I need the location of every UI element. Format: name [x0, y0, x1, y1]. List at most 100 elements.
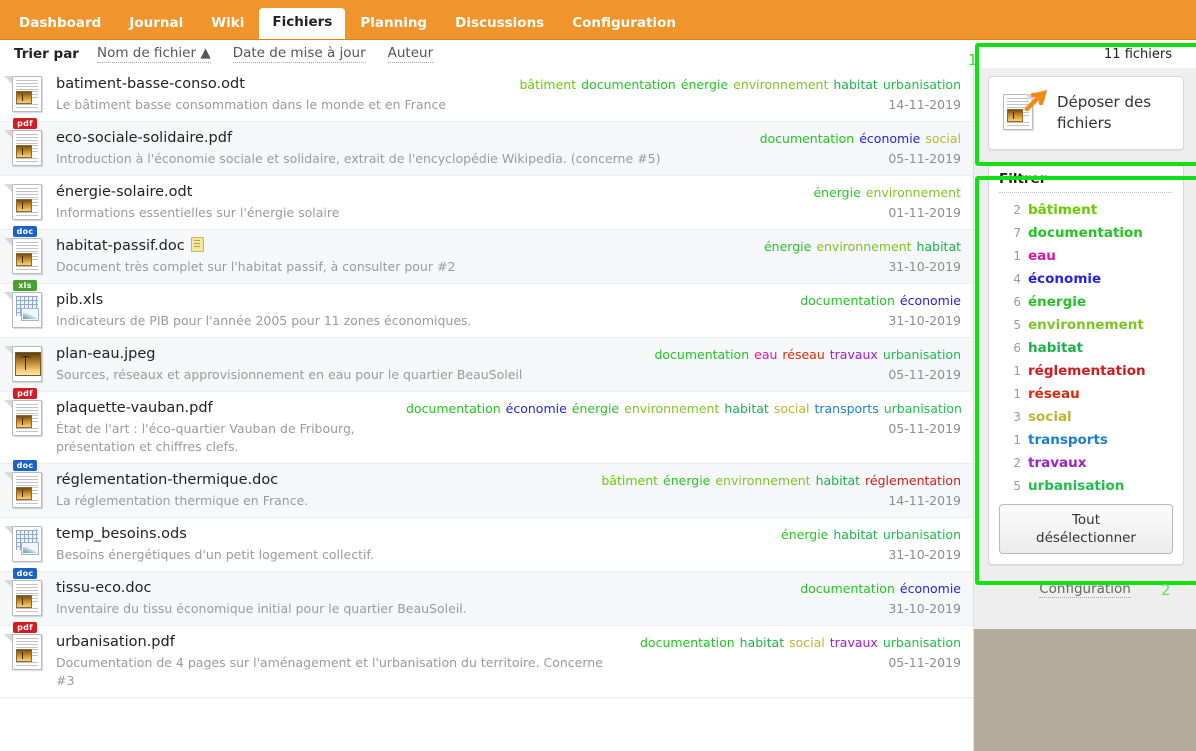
- filter-tag-name[interactable]: eau: [1028, 245, 1056, 268]
- nav-tab-journal[interactable]: Journal: [116, 9, 196, 39]
- filter-tag-row[interactable]: 6 habitat: [999, 337, 1173, 360]
- file-tag[interactable]: eau: [754, 347, 777, 362]
- filter-tag-row[interactable]: 1 eau: [999, 245, 1173, 268]
- file-tag[interactable]: urbanisation: [884, 401, 962, 416]
- file-name-link[interactable]: tissu-eco.doc: [56, 579, 151, 598]
- file-name-link[interactable]: réglementation-thermique.doc: [56, 471, 278, 490]
- sort-link-update-date[interactable]: Date de mise à jour: [232, 45, 366, 63]
- file-tag[interactable]: réglementation: [865, 473, 961, 488]
- file-tag[interactable]: documentation: [800, 581, 895, 596]
- file-row[interactable]: plan-eau.jpeg Sources, réseaux et approvi…: [0, 338, 973, 392]
- file-tag[interactable]: habitat: [917, 239, 961, 254]
- file-tag[interactable]: documentation: [640, 635, 735, 650]
- file-tag[interactable]: environnement: [624, 401, 719, 416]
- file-tag[interactable]: habitat: [833, 77, 877, 92]
- file-tag[interactable]: documentation: [581, 77, 676, 92]
- file-tag[interactable]: documentation: [406, 401, 501, 416]
- file-row[interactable]: temp_besoins.ods Besoins énergétiques d'u…: [0, 518, 973, 572]
- nav-tab-configuration[interactable]: Configuration: [559, 9, 689, 39]
- file-tag[interactable]: documentation: [760, 131, 855, 146]
- filter-tag-row[interactable]: 5 urbanisation: [999, 475, 1173, 498]
- filter-tag-name[interactable]: social: [1028, 406, 1072, 429]
- file-name-link[interactable]: habitat-passif.doc: [56, 237, 185, 256]
- file-tag[interactable]: économie: [506, 401, 567, 416]
- nav-tab-dashboard[interactable]: Dashboard: [6, 9, 114, 39]
- file-tag[interactable]: urbanisation: [883, 77, 961, 92]
- filter-tag-row[interactable]: 2 bâtiment: [999, 199, 1173, 222]
- filter-tag-row[interactable]: 1 transports: [999, 429, 1173, 452]
- file-row[interactable]: pdf plaquette-vauban.pdf État de l'art : l…: [0, 388, 973, 464]
- file-tag[interactable]: énergie: [572, 401, 619, 416]
- file-tag[interactable]: habitat: [833, 527, 877, 542]
- file-tag[interactable]: social: [789, 635, 825, 650]
- file-tag[interactable]: social: [774, 401, 810, 416]
- filter-tag-row[interactable]: 1 réseau: [999, 383, 1173, 406]
- sort-link-author[interactable]: Auteur: [387, 45, 434, 63]
- note-icon[interactable]: [190, 237, 204, 252]
- file-tag[interactable]: habitat: [740, 635, 784, 650]
- filter-tag-name[interactable]: urbanisation: [1028, 475, 1124, 498]
- file-tag[interactable]: bâtiment: [519, 77, 576, 92]
- filter-tag-name[interactable]: habitat: [1028, 337, 1083, 360]
- file-name-link[interactable]: pib.xls: [56, 291, 103, 310]
- filter-tag-name[interactable]: réseau: [1028, 383, 1080, 406]
- filter-tag-name[interactable]: transports: [1028, 429, 1108, 452]
- nav-tab-planning[interactable]: Planning: [347, 9, 440, 39]
- filter-tag-row[interactable]: 2 travaux: [999, 452, 1173, 475]
- filter-tag-name[interactable]: réglementation: [1028, 360, 1146, 383]
- file-name-link[interactable]: plaquette-vauban.pdf: [56, 399, 213, 418]
- nav-tab-discussions[interactable]: Discussions: [442, 9, 557, 39]
- filter-tag-name[interactable]: économie: [1028, 268, 1101, 291]
- file-tag[interactable]: environnement: [816, 239, 911, 254]
- file-tag[interactable]: économie: [900, 581, 961, 596]
- filter-tag-row[interactable]: 1 réglementation: [999, 360, 1173, 383]
- file-row[interactable]: doc tissu-eco.doc Inventaire du tissu écon…: [0, 568, 973, 626]
- file-tag[interactable]: énergie: [663, 473, 710, 488]
- file-tag[interactable]: urbanisation: [883, 635, 961, 650]
- deselect-all-button[interactable]: Tout désélectionner: [999, 504, 1173, 554]
- filter-tag-name[interactable]: documentation: [1028, 222, 1143, 245]
- filter-tag-row[interactable]: 5 environnement: [999, 314, 1173, 337]
- file-row[interactable]: pdf urbanisation.pdf Documentation de 4 pa…: [0, 622, 973, 698]
- filter-tag-name[interactable]: bâtiment: [1028, 199, 1097, 222]
- file-tag[interactable]: urbanisation: [883, 347, 961, 362]
- file-tag[interactable]: bâtiment: [601, 473, 658, 488]
- file-tag[interactable]: documentation: [800, 293, 895, 308]
- file-row[interactable]: énergie-solaire.odt Informations essentie…: [0, 176, 973, 230]
- file-tag[interactable]: social: [925, 131, 961, 146]
- sort-link-filename[interactable]: Nom de fichier ▲: [96, 45, 211, 63]
- file-tag[interactable]: économie: [900, 293, 961, 308]
- file-row[interactable]: pdf eco-sociale-solidaire.pdf Introduction…: [0, 118, 973, 176]
- upload-files-widget[interactable]: Déposer des fichiers: [988, 76, 1184, 150]
- file-row[interactable]: doc réglementation-thermique.doc La réglem…: [0, 460, 973, 518]
- file-tag[interactable]: transports: [814, 401, 878, 416]
- filter-tag-row[interactable]: 3 social: [999, 406, 1173, 429]
- file-tag[interactable]: environnement: [715, 473, 810, 488]
- file-tag[interactable]: environnement: [733, 77, 828, 92]
- file-tag[interactable]: travaux: [830, 635, 878, 650]
- file-tag[interactable]: travaux: [830, 347, 878, 362]
- file-tag[interactable]: énergie: [681, 77, 728, 92]
- file-tag[interactable]: énergie: [813, 185, 860, 200]
- file-name-link[interactable]: eco-sociale-solidaire.pdf: [56, 129, 232, 148]
- filter-tag-name[interactable]: énergie: [1028, 291, 1086, 314]
- filter-tag-row[interactable]: 6 énergie: [999, 291, 1173, 314]
- file-tag[interactable]: habitat: [816, 473, 860, 488]
- filter-tag-row[interactable]: 4 économie: [999, 268, 1173, 291]
- file-row[interactable]: xls pib.xls Indicateurs de PIB pour l'anné…: [0, 280, 973, 338]
- file-tag[interactable]: énergie: [764, 239, 811, 254]
- file-row[interactable]: doc habitat-passif.doc Document très compl…: [0, 226, 973, 284]
- filter-tag-name[interactable]: travaux: [1028, 452, 1086, 475]
- nav-tab-fichiers[interactable]: Fichiers: [259, 8, 346, 39]
- file-tag[interactable]: urbanisation: [883, 527, 961, 542]
- file-tag[interactable]: environnement: [866, 185, 961, 200]
- file-row[interactable]: batiment-basse-conso.odt Le bâtiment bass…: [0, 68, 973, 122]
- file-name-link[interactable]: énergie-solaire.odt: [56, 183, 192, 202]
- filter-tag-name[interactable]: environnement: [1028, 314, 1144, 337]
- file-tag[interactable]: énergie: [781, 527, 828, 542]
- file-name-link[interactable]: urbanisation.pdf: [56, 633, 175, 652]
- file-name-link[interactable]: plan-eau.jpeg: [56, 345, 156, 364]
- file-tag[interactable]: réseau: [782, 347, 824, 362]
- file-tag[interactable]: économie: [859, 131, 920, 146]
- file-tag[interactable]: documentation: [654, 347, 749, 362]
